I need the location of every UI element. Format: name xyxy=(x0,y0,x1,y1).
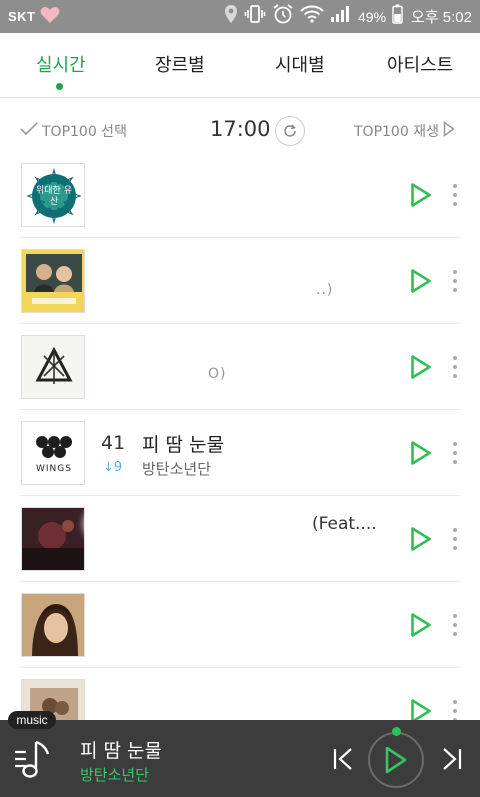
active-tab-indicator xyxy=(56,83,63,90)
list-item[interactable]: O) xyxy=(0,324,480,410)
play-icon xyxy=(411,269,431,293)
album-cover xyxy=(21,335,85,399)
music-tag: music xyxy=(8,711,56,729)
more-options-button[interactable] xyxy=(449,440,461,466)
list-item[interactable]: ..) xyxy=(0,238,480,324)
chart-tabs: 실시간 장르별 시대별 아티스트 xyxy=(0,33,480,98)
artist-name: 방탄소년단 xyxy=(142,460,212,478)
play-icon xyxy=(411,355,431,379)
more-options-button[interactable] xyxy=(449,182,461,208)
tab-era[interactable]: 시대별 xyxy=(275,51,325,77)
list-item[interactable] xyxy=(0,582,480,668)
top100-play-button[interactable]: TOP100 재생 xyxy=(354,121,455,141)
play-icon xyxy=(411,613,431,637)
battery-percent: 49% xyxy=(358,8,387,25)
list-item[interactable]: (Feat.... xyxy=(0,496,480,582)
wifi-icon xyxy=(300,5,324,28)
faint-text: ..) xyxy=(316,282,334,298)
battery-icon xyxy=(392,4,403,29)
song-title: 피 땀 눈물 xyxy=(142,434,224,456)
refresh-button[interactable] xyxy=(275,116,305,146)
more-options-button[interactable] xyxy=(449,526,461,552)
album-cover xyxy=(21,507,85,571)
album-cover xyxy=(21,593,85,657)
play-icon xyxy=(411,441,431,465)
play-outline-icon xyxy=(443,121,455,141)
play-icon xyxy=(411,527,431,551)
vibrate-icon xyxy=(244,4,266,29)
progress-indicator xyxy=(392,727,401,736)
tab-genre[interactable]: 장르별 xyxy=(155,51,205,77)
status-bar: SKT 49% 오후 5:02 xyxy=(0,0,480,33)
cover-text: 위대한 유산 xyxy=(36,186,72,207)
now-playing-artist: 방탄소년단 xyxy=(80,766,150,784)
clock: 오후 5:02 xyxy=(411,9,472,26)
next-icon xyxy=(443,748,462,770)
play-icon xyxy=(411,183,431,207)
previous-icon xyxy=(333,748,352,770)
rank-change-value: 9 xyxy=(113,460,123,475)
signal-icon xyxy=(330,5,350,28)
alarm-icon xyxy=(272,3,294,30)
cover-text: WINGS xyxy=(36,464,72,474)
album-cover: WINGS xyxy=(21,421,85,485)
play-button[interactable] xyxy=(410,526,432,552)
playlist-icon[interactable] xyxy=(14,738,54,784)
rank-change: ↓9 xyxy=(103,460,123,475)
mini-player[interactable]: 피 땀 눈물 방탄소년단 xyxy=(0,720,480,797)
now-playing-title: 피 땀 눈물 xyxy=(80,740,162,762)
location-icon xyxy=(224,4,238,29)
faint-text: (Feat.... xyxy=(312,514,377,534)
tab-realtime[interactable]: 실시간 xyxy=(36,51,86,77)
refresh-icon xyxy=(284,124,296,137)
check-icon xyxy=(20,122,38,140)
rank: 41 xyxy=(101,432,126,454)
list-item[interactable]: 위대한 유산 xyxy=(0,152,480,238)
play-pause-button[interactable] xyxy=(368,732,424,788)
play-button[interactable] xyxy=(410,354,432,380)
carrier-label: SKT xyxy=(8,9,36,24)
top100-select-label: TOP100 선택 xyxy=(42,124,127,140)
previous-button[interactable] xyxy=(332,747,354,775)
heart-icon xyxy=(40,6,60,29)
album-cover: 위대한 유산 xyxy=(21,163,85,227)
play-button[interactable] xyxy=(410,612,432,638)
top100-select-button[interactable]: TOP100 선택 xyxy=(20,121,127,141)
play-button[interactable] xyxy=(410,440,432,466)
more-options-button[interactable] xyxy=(449,354,461,380)
top100-play-label: TOP100 재생 xyxy=(354,124,439,140)
chart-time: 17:00 xyxy=(210,117,271,141)
more-options-button[interactable] xyxy=(449,268,461,294)
list-item[interactable]: WINGS 41 피 땀 눈물 ↓9 방탄소년단 xyxy=(0,410,480,496)
album-cover xyxy=(21,249,85,313)
play-button[interactable] xyxy=(410,268,432,294)
more-options-button[interactable] xyxy=(449,612,461,638)
play-icon xyxy=(385,746,407,774)
play-button[interactable] xyxy=(410,182,432,208)
faint-text: O) xyxy=(208,366,227,382)
next-button[interactable] xyxy=(441,747,463,775)
tab-artist[interactable]: 아티스트 xyxy=(387,51,453,77)
